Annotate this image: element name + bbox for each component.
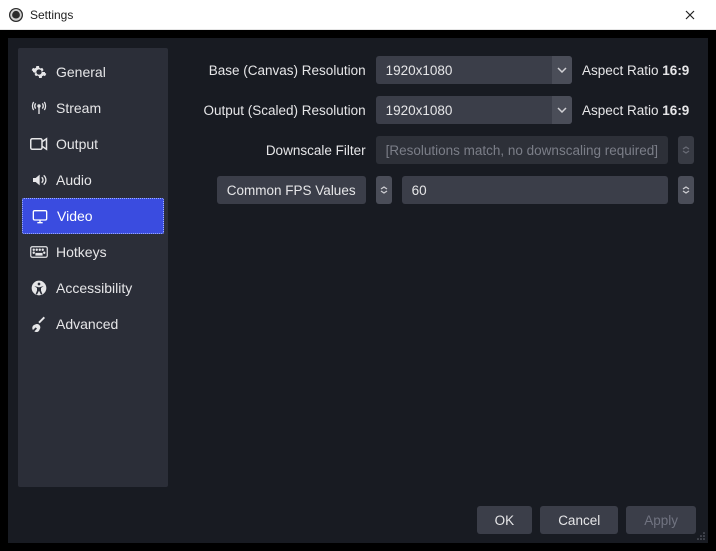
sidebar-item-label: Advanced: [56, 316, 118, 332]
downscale-filter-value: [Resolutions match, no downscaling requi…: [376, 143, 668, 158]
content-area: General Stream Output: [8, 38, 708, 497]
sidebar-item-label: Hotkeys: [56, 244, 107, 260]
downscale-filter-label: Downscale Filter: [192, 143, 366, 158]
fps-value-combo[interactable]: 60: [402, 176, 668, 204]
window-title: Settings: [30, 8, 73, 22]
base-aspect-ratio: Aspect Ratio 16:9: [582, 63, 694, 78]
base-resolution-row: Base (Canvas) Resolution 1920x1080 Aspec…: [192, 56, 694, 84]
sidebar-item-accessibility[interactable]: Accessibility: [18, 270, 168, 306]
sidebar-item-label: General: [56, 64, 106, 80]
base-resolution-combo[interactable]: 1920x1080: [376, 56, 572, 84]
base-resolution-label: Base (Canvas) Resolution: [192, 63, 366, 78]
output-icon: [30, 135, 48, 153]
fps-mode-stepper[interactable]: [376, 176, 392, 204]
window-body: General Stream Output: [0, 30, 716, 551]
apply-button: Apply: [626, 506, 696, 534]
fps-mode-selector[interactable]: Common FPS Values: [217, 176, 366, 204]
downscale-filter-combo: [Resolutions match, no downscaling requi…: [376, 136, 668, 164]
output-resolution-combo[interactable]: 1920x1080: [376, 96, 572, 124]
fps-row: Common FPS Values 60: [192, 176, 694, 204]
obs-icon: [8, 7, 24, 23]
titlebar: Settings: [0, 0, 716, 30]
chevron-down-icon[interactable]: [552, 96, 572, 124]
sidebar-item-general[interactable]: General: [18, 54, 168, 90]
antenna-icon: [30, 99, 48, 117]
sidebar: General Stream Output: [18, 48, 168, 487]
sidebar-item-hotkeys[interactable]: Hotkeys: [18, 234, 168, 270]
window-close-button[interactable]: [672, 1, 708, 29]
downscale-filter-stepper: [678, 136, 694, 164]
downscale-filter-row: Downscale Filter [Resolutions match, no …: [192, 136, 694, 164]
chevron-down-icon[interactable]: [552, 56, 572, 84]
fps-mode-label: Common FPS Values: [227, 183, 356, 198]
base-resolution-value: 1920x1080: [376, 63, 552, 78]
output-resolution-row: Output (Scaled) Resolution 1920x1080 Asp…: [192, 96, 694, 124]
output-resolution-label: Output (Scaled) Resolution: [192, 103, 366, 118]
video-settings-panel: Base (Canvas) Resolution 1920x1080 Aspec…: [178, 38, 708, 497]
sidebar-item-stream[interactable]: Stream: [18, 90, 168, 126]
dialog-footer: OK Cancel Apply: [8, 497, 708, 543]
sidebar-item-output[interactable]: Output: [18, 126, 168, 162]
settings-window: Settings General Stream: [0, 0, 716, 551]
sidebar-item-label: Output: [56, 136, 98, 152]
sidebar-item-audio[interactable]: Audio: [18, 162, 168, 198]
cancel-button[interactable]: Cancel: [540, 506, 618, 534]
accessibility-icon: [30, 279, 48, 297]
sidebar-item-label: Accessibility: [56, 280, 132, 296]
sidebar-item-advanced[interactable]: Advanced: [18, 306, 168, 342]
monitor-icon: [31, 207, 49, 225]
output-resolution-value: 1920x1080: [376, 103, 552, 118]
sidebar-item-video[interactable]: Video: [22, 198, 164, 234]
resize-grip[interactable]: [696, 531, 706, 541]
sidebar-item-label: Stream: [56, 100, 101, 116]
fps-value: 60: [402, 183, 668, 198]
fps-value-stepper[interactable]: [678, 176, 694, 204]
output-aspect-ratio: Aspect Ratio 16:9: [582, 103, 694, 118]
gear-icon: [30, 63, 48, 81]
ok-button[interactable]: OK: [477, 506, 533, 534]
speaker-icon: [30, 171, 48, 189]
tools-icon: [30, 315, 48, 333]
sidebar-item-label: Audio: [56, 172, 92, 188]
sidebar-item-label: Video: [57, 208, 93, 224]
keyboard-icon: [30, 243, 48, 261]
